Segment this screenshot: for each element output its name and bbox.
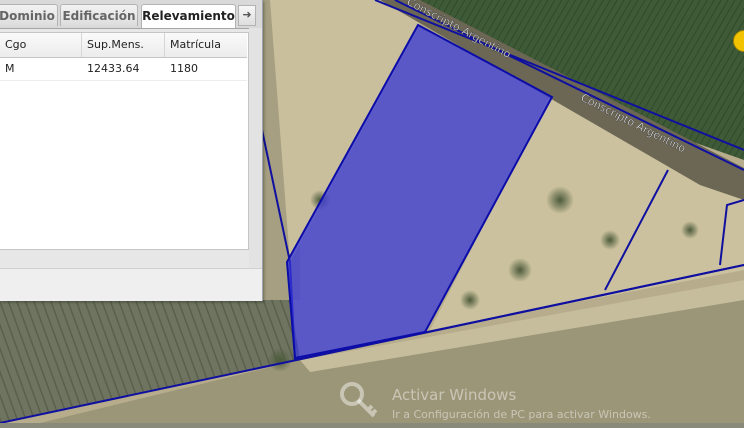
watermark-title: Activar Windows (392, 386, 517, 404)
cell-sup-mens: 12433.64 (87, 62, 140, 75)
watermark-subtitle: Ir a Configuración de PC para activar Wi… (392, 408, 651, 421)
panel-scrollbar[interactable] (249, 28, 262, 268)
attributes-panel: Dominio Edificación Relevamiento ➜ Cgo S… (0, 0, 263, 301)
data-grid: Cgo Sup.Mens. Matrícula M 12433.64 1180 (0, 32, 249, 250)
windows-activation-watermark: Activar Windows Ir a Configuración de PC… (336, 378, 744, 428)
grid-header: Cgo Sup.Mens. Matrícula (0, 33, 247, 58)
cell-cgo: M (5, 62, 15, 75)
column-header-matricula[interactable]: Matrícula (165, 33, 247, 57)
cell-matricula: 1180 (170, 62, 198, 75)
panel-footer (0, 268, 262, 301)
column-header-cgo[interactable]: Cgo (0, 33, 82, 57)
table-row[interactable]: M 12433.64 1180 (0, 58, 247, 81)
column-header-sup-mens[interactable]: Sup.Mens. (82, 33, 165, 57)
tab-bar: Dominio Edificación Relevamiento ➜ (0, 0, 262, 29)
tab-relevamiento[interactable]: Relevamiento (141, 4, 236, 28)
tab-edificacion[interactable]: Edificación (60, 4, 138, 26)
key-icon (340, 382, 378, 418)
tab-dominio[interactable]: Dominio (0, 4, 58, 26)
arrow-right-icon[interactable]: ➜ (238, 5, 256, 26)
